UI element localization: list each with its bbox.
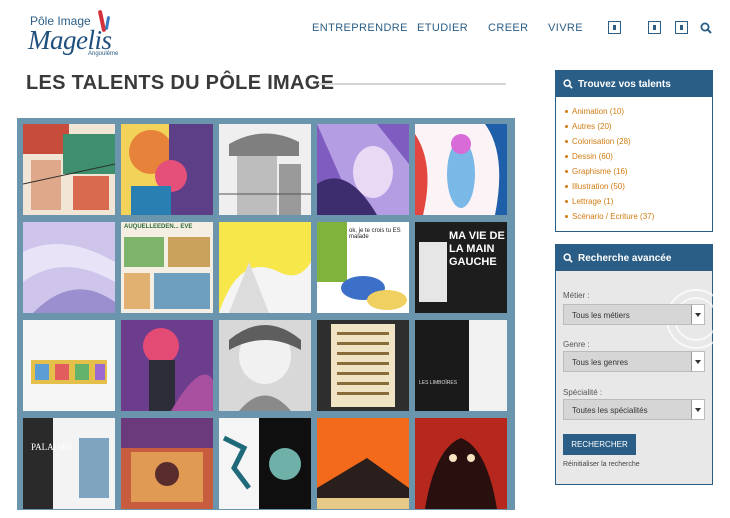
advanced-search-box: Recherche avancée Métier : Tous les méti… xyxy=(555,244,726,485)
genre-label: Genre : xyxy=(563,340,590,349)
talent-thumb-7[interactable]: AUQUELLEEDEN... EVE xyxy=(121,222,213,313)
reset-search-link[interactable]: Réinitialiser la recherche xyxy=(563,461,640,468)
nav-entreprendre[interactable]: ENTREPRENDRE xyxy=(312,22,407,34)
thumb-title-text: PALAISES xyxy=(31,442,73,452)
specialite-label: Spécialité : xyxy=(563,388,603,397)
page-title: LES TALENTS DU PÔLE IMAGE xyxy=(26,72,335,94)
talent-category-item[interactable]: Colorisation (28) xyxy=(565,134,712,149)
social-icon-3[interactable] xyxy=(675,21,688,34)
genre-select[interactable]: Tous les genres xyxy=(563,351,705,372)
thumb-speech: ok, je te crois tu ES malade xyxy=(349,228,401,240)
talents-filter-box: Trouvez vos talents Animation (10) Autre… xyxy=(555,70,713,232)
thumb-title-text: MA VIE DE LA MAIN GAUCHE xyxy=(449,230,505,268)
metier-select-value: Tous les métiers xyxy=(572,311,630,320)
search-button[interactable]: RECHERCHER xyxy=(563,434,636,455)
social-icon-1[interactable] xyxy=(608,21,621,34)
nav-creer[interactable]: CREER xyxy=(488,22,528,34)
talent-gallery: AUQUELLEEDEN... EVE ok, je te crois tu E… xyxy=(17,118,515,510)
advanced-search-header: Recherche avancée xyxy=(556,245,712,271)
talent-thumb-15[interactable]: LES LIMBOÏRES xyxy=(415,320,507,411)
search-icon xyxy=(563,253,573,263)
talent-category-item[interactable]: Autres (20) xyxy=(565,119,712,134)
talent-category-item[interactable]: Graphisme (16) xyxy=(565,164,712,179)
search-icon[interactable] xyxy=(700,22,712,34)
nav-vivre[interactable]: VIVRE xyxy=(548,22,588,34)
metier-select[interactable]: Tous les métiers xyxy=(563,304,705,325)
logo[interactable]: Pôle Image Magelis Angoulême xyxy=(26,6,126,57)
talent-category-item[interactable]: Dessin (60) xyxy=(565,149,712,164)
advanced-search-title: Recherche avancée xyxy=(578,253,672,264)
talent-category-item[interactable]: Animation (10) xyxy=(565,104,712,119)
chevron-down-icon xyxy=(691,305,704,324)
talent-category-list: Animation (10) Autres (20) Colorisation … xyxy=(556,97,712,224)
talent-thumb-5[interactable] xyxy=(415,124,507,215)
talent-thumb-10[interactable]: MA VIE DE LA MAIN GAUCHE xyxy=(415,222,507,313)
talent-category-item[interactable]: Scénario / Ecriture (37) xyxy=(565,209,712,224)
social-icon-2[interactable] xyxy=(648,21,661,34)
specialite-select-value: Toutes les spécialités xyxy=(572,406,648,415)
talent-thumb-20[interactable] xyxy=(415,418,507,509)
talents-box-header: Trouvez vos talents xyxy=(556,71,712,97)
talent-thumb-8[interactable] xyxy=(219,222,311,313)
thumb-caption: LES LIMBOÏRES xyxy=(419,380,458,386)
talents-box-title: Trouvez vos talents xyxy=(578,79,671,90)
talent-thumb-2[interactable] xyxy=(121,124,213,215)
talent-thumb-18[interactable] xyxy=(219,418,311,509)
talent-thumb-6[interactable] xyxy=(23,222,115,313)
talent-thumb-12[interactable] xyxy=(121,320,213,411)
nav-etudier[interactable]: ETUDIER xyxy=(417,22,472,34)
talent-thumb-4[interactable] xyxy=(317,124,409,215)
talent-thumb-17[interactable] xyxy=(121,418,213,509)
talent-thumb-11[interactable] xyxy=(23,320,115,411)
talent-category-item[interactable]: Lettrage (1) xyxy=(565,194,712,209)
chevron-down-icon xyxy=(691,352,704,371)
talent-thumb-13[interactable] xyxy=(219,320,311,411)
genre-select-value: Tous les genres xyxy=(572,358,629,367)
thumb-caption: AUQUELLEEDEN... EVE xyxy=(124,224,193,230)
talent-thumb-16[interactable]: PALAISES xyxy=(23,418,115,509)
chevron-down-icon xyxy=(691,400,704,419)
talent-category-item[interactable]: Illustration (50) xyxy=(565,179,712,194)
logo-city-text: Angoulême xyxy=(88,51,119,57)
talent-thumb-9[interactable]: ok, je te crois tu ES malade xyxy=(317,222,409,313)
title-divider xyxy=(318,83,506,85)
specialite-select[interactable]: Toutes les spécialités xyxy=(563,399,705,420)
metier-label: Métier : xyxy=(563,291,590,300)
talent-thumb-3[interactable] xyxy=(219,124,311,215)
talent-thumb-1[interactable] xyxy=(23,124,115,215)
search-icon xyxy=(563,79,573,89)
talent-thumb-19[interactable] xyxy=(317,418,409,509)
talent-thumb-14[interactable] xyxy=(317,320,409,411)
